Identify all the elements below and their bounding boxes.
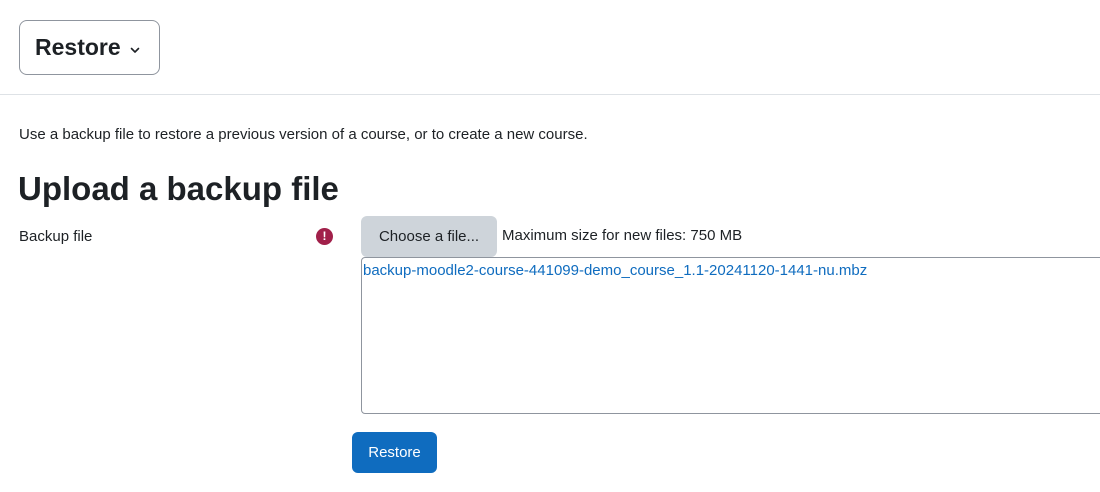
backup-file-label: Backup file	[19, 228, 93, 245]
max-size-text: Maximum size for new files: 750 MB	[502, 227, 743, 244]
restore-page: Restore Use a backup file to restore a p…	[0, 0, 1100, 492]
chevron-down-icon	[130, 41, 140, 59]
required-icon: !	[316, 228, 333, 245]
intro-text: Use a backup file to restore a previous …	[19, 126, 588, 143]
restore-dropdown-label: Restore	[35, 34, 121, 60]
restore-dropdown-button[interactable]: Restore	[19, 20, 160, 75]
file-drop-area[interactable]: backup-moodle2-course-441099-demo_course…	[361, 257, 1100, 414]
restore-button[interactable]: Restore	[352, 432, 437, 473]
selected-file-link[interactable]: backup-moodle2-course-441099-demo_course…	[363, 262, 867, 279]
page-heading: Upload a backup file	[18, 170, 339, 207]
choose-file-button[interactable]: Choose a file...	[361, 216, 497, 257]
header-divider	[0, 94, 1100, 95]
